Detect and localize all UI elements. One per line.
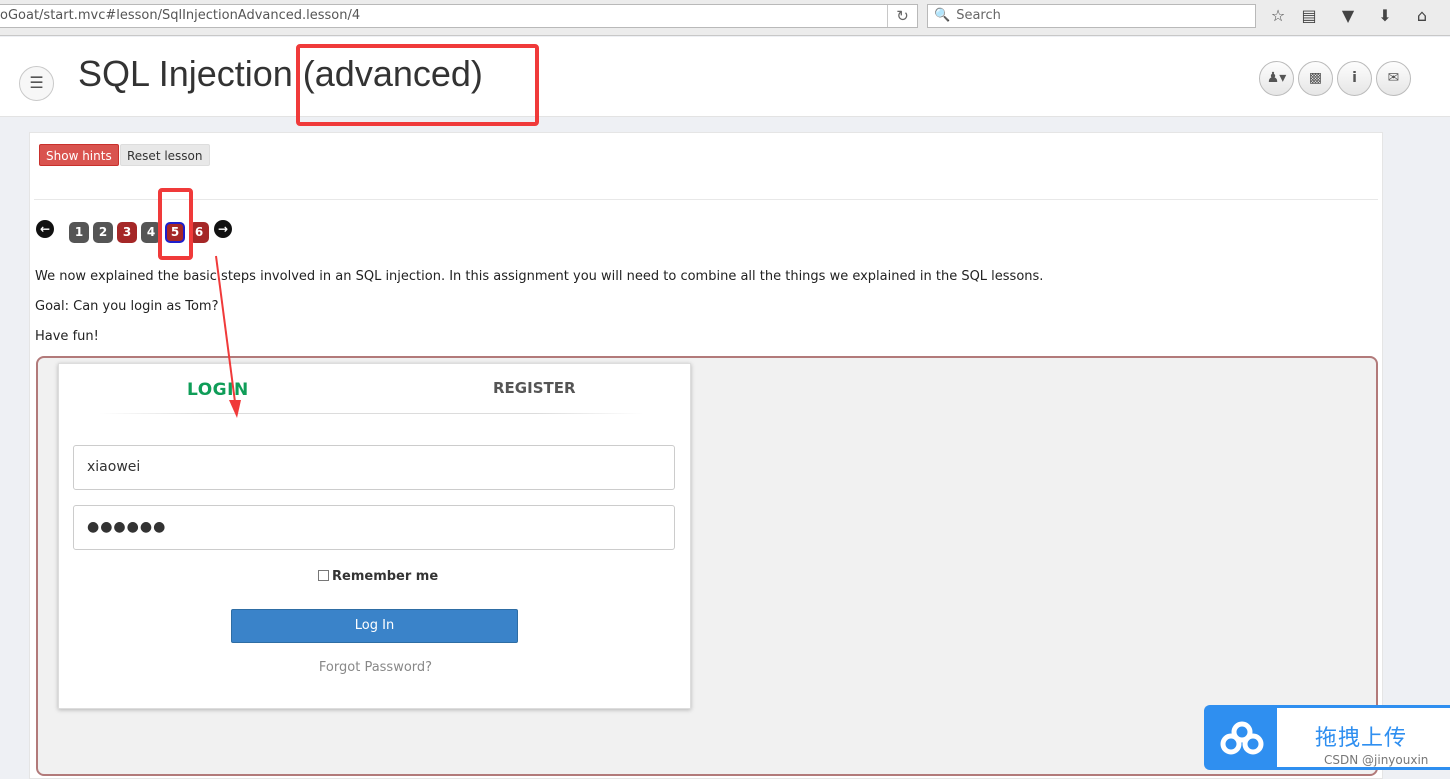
url-text: oGoat/start.mvc#lesson/SqlInjectionAdvan…: [0, 8, 361, 23]
user-icon: ♟▾: [1266, 70, 1287, 86]
page-header: ☰ SQL Injection (advanced) ♟▾ ▩ i ✉: [0, 37, 1450, 117]
prev-page-arrow-icon[interactable]: ←: [36, 220, 54, 238]
envelope-icon: ✉: [1387, 70, 1400, 86]
watermark: CSDN @jinyouxin: [1324, 753, 1429, 767]
hamburger-icon: ☰: [29, 73, 44, 92]
page-2-button[interactable]: 2: [93, 222, 113, 243]
download-icon[interactable]: ⬇: [1374, 6, 1396, 26]
lesson-paragraph-fun: Have fun!: [35, 329, 99, 344]
lesson-content: Show hints Reset lesson ← 1 2 3 4 5 6 → …: [29, 132, 1383, 779]
info-icon: i: [1352, 70, 1357, 86]
forgot-password-link[interactable]: Forgot Password?: [59, 660, 692, 675]
username-input[interactable]: xiaowei: [73, 445, 675, 490]
about-button[interactable]: i: [1337, 61, 1372, 96]
page-1-button[interactable]: 1: [69, 222, 89, 243]
annotation-box-title: [296, 44, 539, 126]
reading-list-icon[interactable]: ▤: [1298, 6, 1320, 26]
lesson-paragraph-goal: Goal: Can you login as Tom?: [35, 299, 219, 314]
next-page-arrow-icon[interactable]: →: [214, 220, 232, 238]
search-placeholder: Search: [956, 8, 1001, 23]
tab-login[interactable]: LOGIN: [187, 380, 249, 400]
url-bar[interactable]: oGoat/start.mvc#lesson/SqlInjectionAdvan…: [0, 4, 918, 28]
remember-me-checkbox[interactable]: [318, 570, 329, 581]
home-icon[interactable]: ⌂: [1411, 6, 1433, 26]
bookmark-star-icon[interactable]: ☆: [1267, 6, 1289, 26]
show-hints-button[interactable]: Show hints: [39, 144, 119, 166]
contact-button[interactable]: ✉: [1376, 61, 1411, 96]
remember-me-label: Remember me: [332, 569, 439, 584]
password-input[interactable]: ●●●●●●: [73, 505, 675, 550]
upload-label: 拖拽上传: [1315, 726, 1408, 751]
assignment-container: LOGIN REGISTER xiaowei ●●●●●● Remember m…: [36, 356, 1378, 776]
lesson-paragraph-intro: We now explained the basic steps involve…: [35, 269, 1044, 284]
search-input[interactable]: 🔍 Search: [927, 4, 1256, 28]
bar-chart-icon: ▩: [1308, 70, 1323, 86]
log-in-button[interactable]: Log In: [231, 609, 518, 643]
divider: [34, 199, 1378, 200]
tab-divider: [99, 413, 644, 414]
tab-register[interactable]: REGISTER: [493, 379, 576, 397]
search-icon: 🔍: [934, 8, 951, 23]
user-menu-button[interactable]: ♟▾: [1259, 61, 1294, 96]
cloud-upload-icon: [1207, 708, 1277, 767]
pocket-icon[interactable]: ▼: [1337, 6, 1359, 26]
browser-toolbar: oGoat/start.mvc#lesson/SqlInjectionAdvan…: [0, 0, 1450, 36]
report-card-button[interactable]: ▩: [1298, 61, 1333, 96]
page-3-button[interactable]: 3: [117, 222, 137, 243]
reload-icon[interactable]: ↻: [887, 5, 917, 27]
reset-lesson-button[interactable]: Reset lesson: [120, 144, 210, 166]
annotation-box-page5: [158, 188, 193, 260]
login-form-card: LOGIN REGISTER xiaowei ●●●●●● Remember m…: [58, 363, 691, 709]
menu-toggle-button[interactable]: ☰: [19, 66, 54, 101]
remember-me[interactable]: Remember me: [318, 569, 438, 584]
